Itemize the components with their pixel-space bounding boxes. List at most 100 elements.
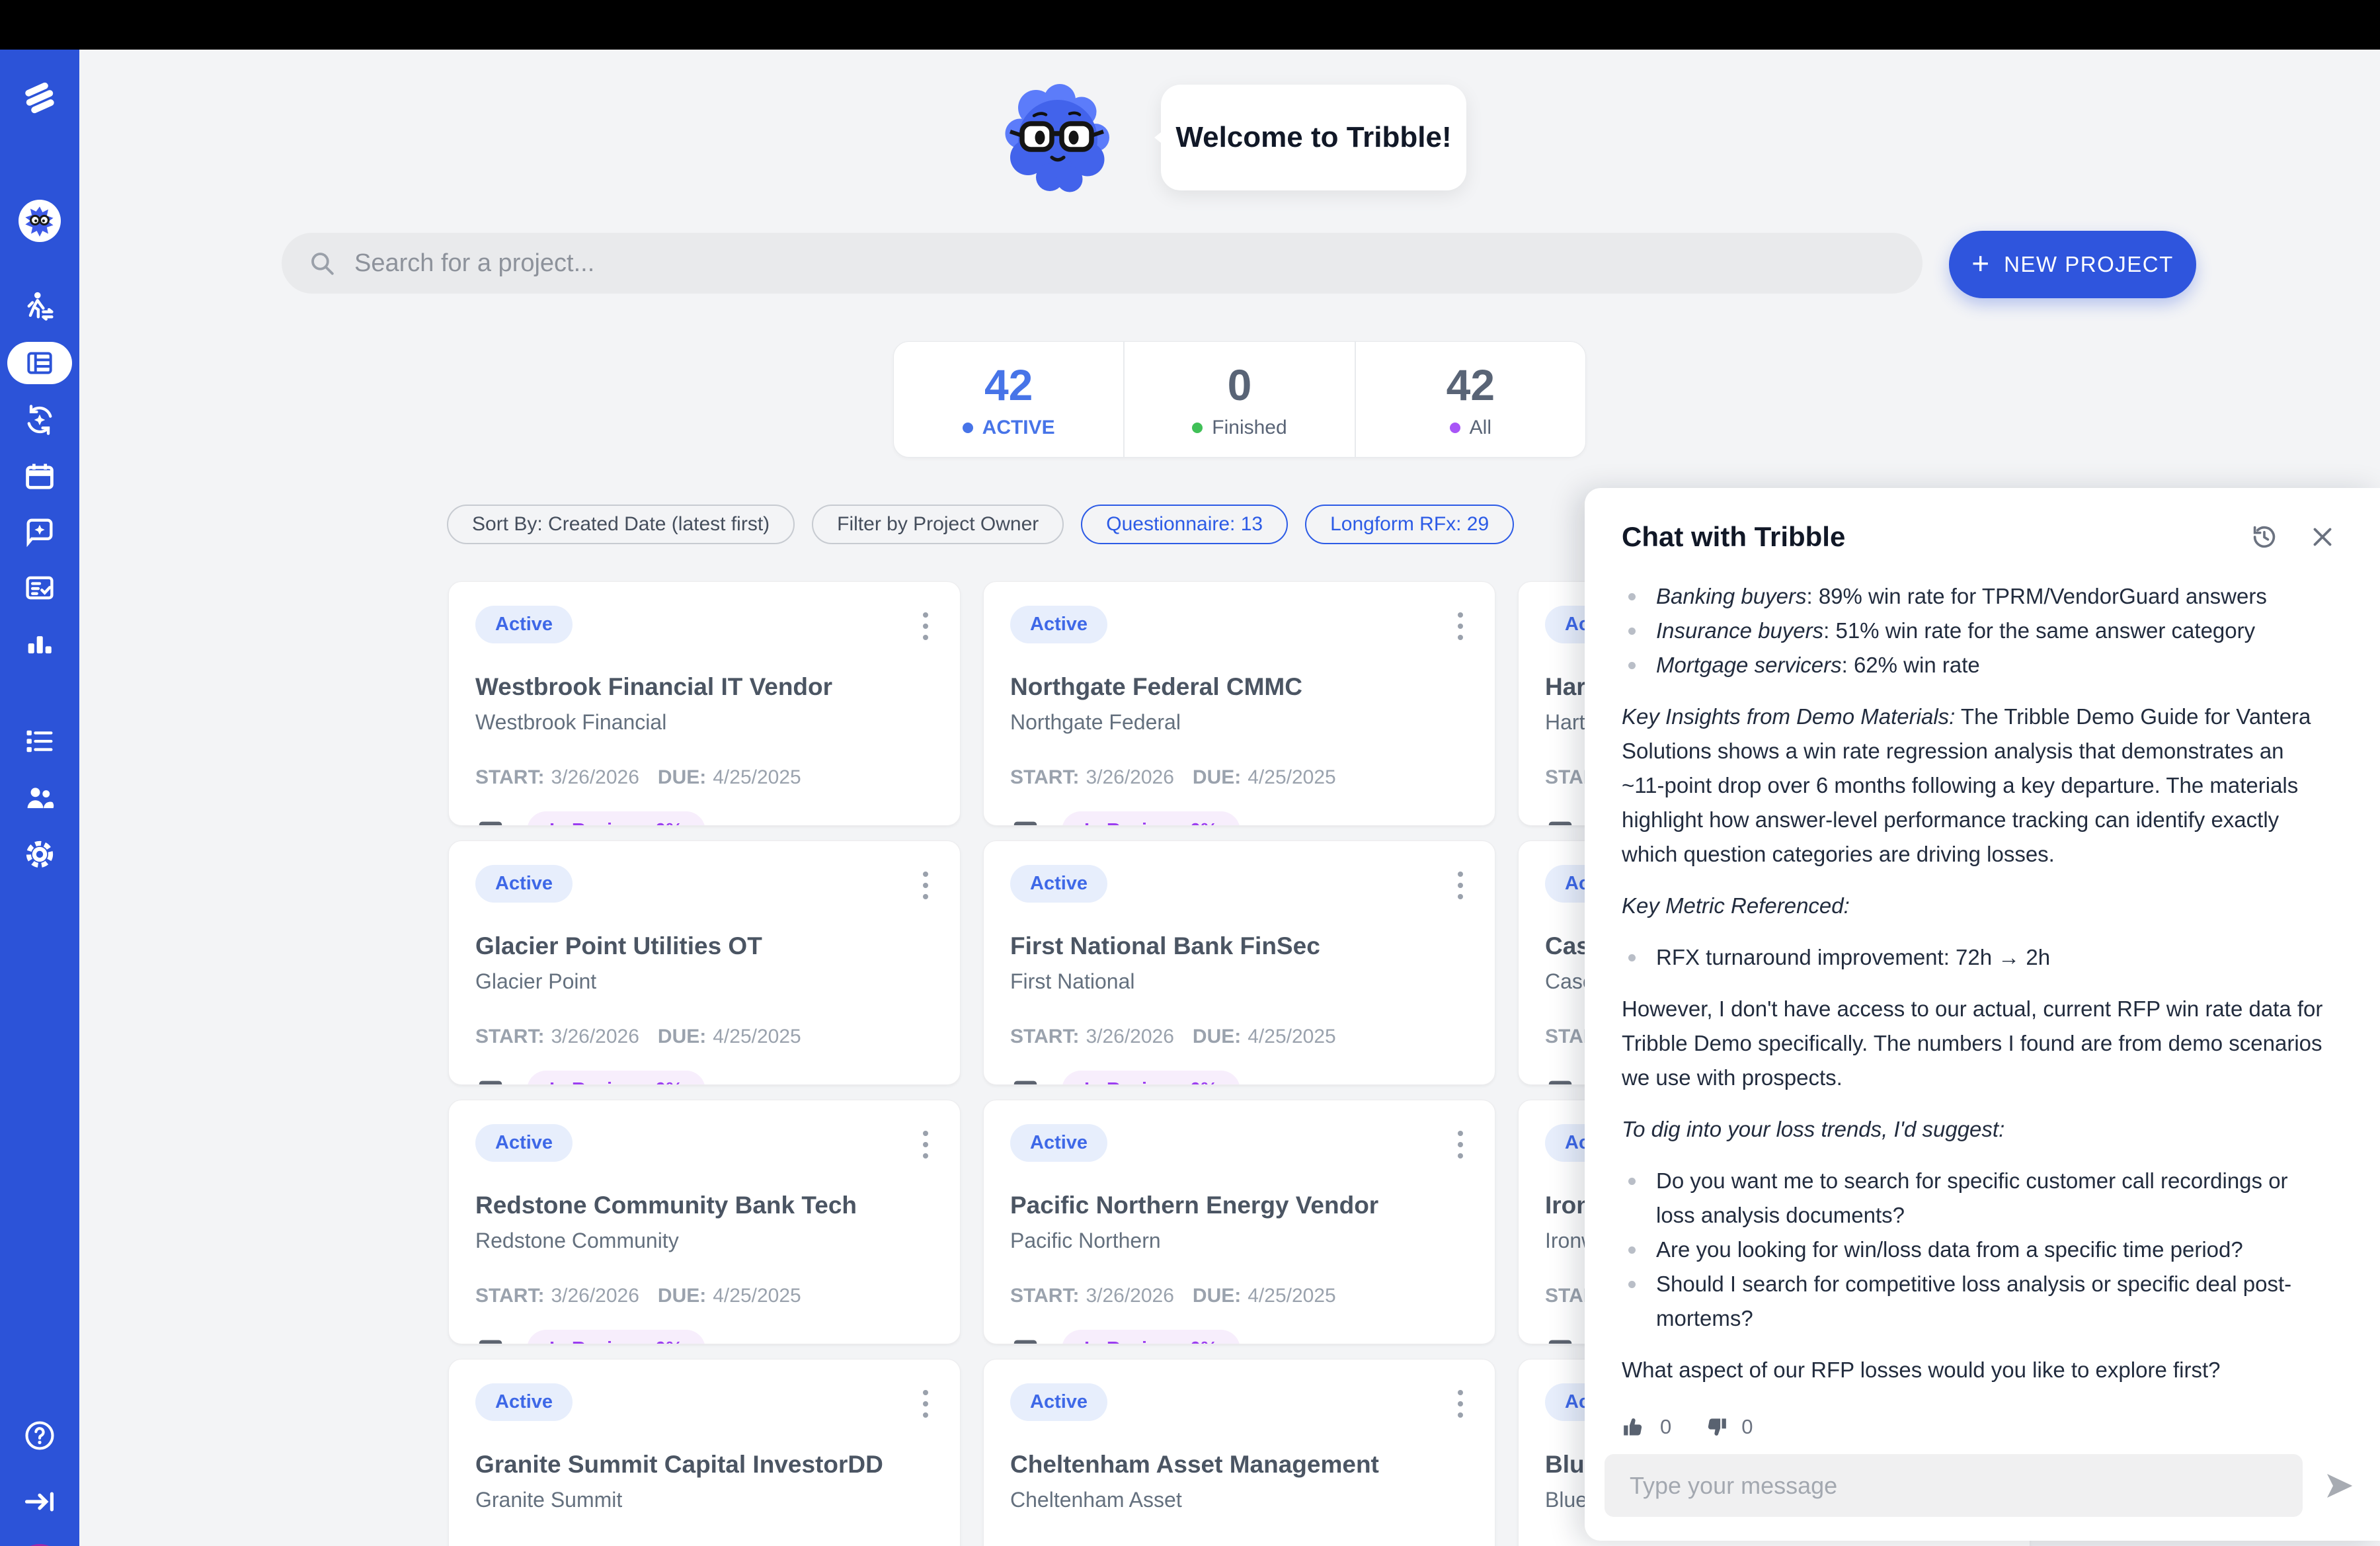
project-card[interactable]: Active Pacific Northern Energy Vendor Pa… xyxy=(983,1100,1495,1344)
chat-ai-icon[interactable] xyxy=(22,514,57,549)
close-icon[interactable] xyxy=(2307,522,2338,552)
project-title: Northgate Federal CMMC xyxy=(1010,673,1468,701)
project-search[interactable] xyxy=(282,233,1923,294)
chat-panel: Chat with Tribble Banking buyers: 89% wi… xyxy=(1585,488,2380,1541)
suggest-heading: To dig into your loss trends, I'd sugges… xyxy=(1622,1112,2331,1147)
project-client: Redstone Community xyxy=(475,1229,933,1253)
longform-filter-chip[interactable]: Longform RFx: 29 xyxy=(1305,505,1514,544)
win-rate-list: Banking buyers: 89% win rate for TPRM/Ve… xyxy=(1622,579,2331,682)
kebab-menu-icon[interactable] xyxy=(1452,865,1468,906)
thumbs-down-count: 0 xyxy=(1741,1410,1753,1444)
project-dates: START:3/26/2026DUE:4/25/2025 xyxy=(1010,766,1468,789)
chat-message-input[interactable] xyxy=(1605,1454,2303,1517)
project-card[interactable]: Active First National Bank FinSec First … xyxy=(983,840,1495,1085)
feedback-row: 0 0 xyxy=(1622,1410,2331,1444)
insights-paragraph: Key Insights from Demo Materials: The Tr… xyxy=(1622,700,2331,872)
project-client: Glacier Point xyxy=(475,969,933,994)
status-badge: Active xyxy=(1010,606,1107,643)
project-client: Westbrook Financial xyxy=(475,710,933,735)
kebab-menu-icon[interactable] xyxy=(1452,1124,1468,1165)
project-card[interactable]: Active Redstone Community Bank Tech Reds… xyxy=(448,1100,961,1344)
list-item: RFX turnaround improvement: 72h → 2h xyxy=(1622,940,2331,975)
team-icon[interactable] xyxy=(22,781,57,815)
status-badge: Active xyxy=(475,865,573,903)
questionnaire-filter-chip[interactable]: Questionnaire: 13 xyxy=(1081,505,1288,544)
welcome-text: Welcome to Tribble! xyxy=(1175,121,1451,154)
kebab-menu-icon[interactable] xyxy=(1452,1383,1468,1424)
calendar-icon[interactable] xyxy=(22,460,57,494)
project-dates: START:3/26/2026DUE:4/25/2025 xyxy=(1010,1285,1468,1307)
table-icon xyxy=(1010,1334,1041,1345)
send-icon[interactable] xyxy=(2321,1468,2357,1504)
project-client: Cheltenham Asset xyxy=(1010,1488,1468,1512)
kebab-menu-icon[interactable] xyxy=(918,865,933,906)
project-title: Westbrook Financial IT Vendor xyxy=(475,673,933,701)
kebab-menu-icon[interactable] xyxy=(918,1383,933,1424)
table-icon xyxy=(475,1075,506,1086)
caveat-paragraph: However, I don't have access to our actu… xyxy=(1622,992,2331,1095)
top-black-bar xyxy=(0,0,2380,50)
progress-badge: In Review • 0% xyxy=(527,1330,705,1344)
table-icon xyxy=(1010,1075,1041,1086)
project-card[interactable]: Active Glacier Point Utilities OT Glacie… xyxy=(448,840,961,1085)
project-title: Glacier Point Utilities OT xyxy=(475,932,933,960)
all-dot xyxy=(1450,423,1460,433)
logout-icon[interactable] xyxy=(22,1485,57,1519)
kebab-menu-icon[interactable] xyxy=(1452,606,1468,647)
list-item: Do you want me to search for specific cu… xyxy=(1622,1164,2331,1233)
kebab-menu-icon[interactable] xyxy=(918,606,933,647)
sidebar: TK xyxy=(0,50,79,1546)
settings-gear-icon[interactable] xyxy=(22,837,57,872)
list-item: Should I search for competitive loss ana… xyxy=(1622,1267,2331,1336)
app-window: TK Welcome to Tribble! + NEW PROJECT xyxy=(0,0,2380,1546)
review-checklist-icon[interactable] xyxy=(22,571,57,605)
help-icon[interactable] xyxy=(22,1418,57,1453)
new-project-button[interactable]: + NEW PROJECT xyxy=(1949,231,2196,298)
stat-active[interactable]: 42 ACTIVE xyxy=(894,342,1123,457)
project-card[interactable]: Active Cheltenham Asset Management Chelt… xyxy=(983,1359,1495,1546)
stat-finished[interactable]: 0 Finished xyxy=(1123,342,1354,457)
chat-history-icon[interactable] xyxy=(2249,522,2280,552)
plus-icon: + xyxy=(1971,248,1989,278)
sync-ai-icon[interactable] xyxy=(22,403,57,437)
tribble-logo-icon[interactable] xyxy=(22,81,57,115)
project-title: Redstone Community Bank Tech xyxy=(475,1192,933,1219)
project-title: Pacific Northern Energy Vendor xyxy=(1010,1192,1468,1219)
progress-badge: In Review • 0% xyxy=(1062,1330,1240,1344)
filter-bar: Sort By: Created Date (latest first) Fil… xyxy=(447,505,1514,544)
project-title: Cheltenham Asset Management xyxy=(1010,1451,1468,1479)
status-badge: Active xyxy=(1010,1383,1107,1421)
progress-badge: In Review • 0% xyxy=(527,811,705,826)
status-badge: Active xyxy=(475,1124,573,1162)
status-badge: Active xyxy=(1010,1124,1107,1162)
thumbs-down-icon[interactable] xyxy=(1703,1414,1728,1440)
metric-heading: Key Metric Referenced: xyxy=(1622,889,2331,923)
thumbs-up-icon[interactable] xyxy=(1622,1414,1647,1440)
stat-all[interactable]: 42 All xyxy=(1355,342,1585,457)
search-input[interactable] xyxy=(354,249,1896,278)
sidebar-item-projects-selected[interactable] xyxy=(7,342,72,384)
project-title: Granite Summit Capital InvestorDD xyxy=(475,1451,933,1479)
project-stats-card: 42 ACTIVE 0 Finished 42 All xyxy=(893,341,1586,458)
sort-chip[interactable]: Sort By: Created Date (latest first) xyxy=(447,505,795,544)
project-card[interactable]: Active Granite Summit Capital InvestorDD… xyxy=(448,1359,961,1546)
tribble-mascot xyxy=(998,78,1117,197)
project-client: First National xyxy=(1010,969,1468,994)
project-client: Granite Summit xyxy=(475,1488,933,1512)
handoff-icon[interactable] xyxy=(22,290,57,324)
analytics-icon[interactable] xyxy=(22,626,57,661)
status-badge: Active xyxy=(475,606,573,643)
finished-dot xyxy=(1192,423,1203,433)
kebab-menu-icon[interactable] xyxy=(918,1124,933,1165)
project-card[interactable]: Active Northgate Federal CMMC Northgate … xyxy=(983,581,1495,826)
mascot-avatar-icon[interactable] xyxy=(19,200,61,242)
table-icon xyxy=(1545,816,1575,827)
queue-rows-icon[interactable] xyxy=(22,724,57,758)
closing-question: What aspect of our RFP losses would you … xyxy=(1622,1353,2331,1387)
project-card[interactable]: Active Westbrook Financial IT Vendor Wes… xyxy=(448,581,961,826)
progress-badge: In Review • 0% xyxy=(1062,811,1240,826)
list-item: Banking buyers: 89% win rate for TPRM/Ve… xyxy=(1622,579,2331,614)
chat-message: Banking buyers: 89% win rate for TPRM/Ve… xyxy=(1585,566,2380,1465)
owner-filter-chip[interactable]: Filter by Project Owner xyxy=(812,505,1064,544)
project-title: First National Bank FinSec xyxy=(1010,932,1468,960)
